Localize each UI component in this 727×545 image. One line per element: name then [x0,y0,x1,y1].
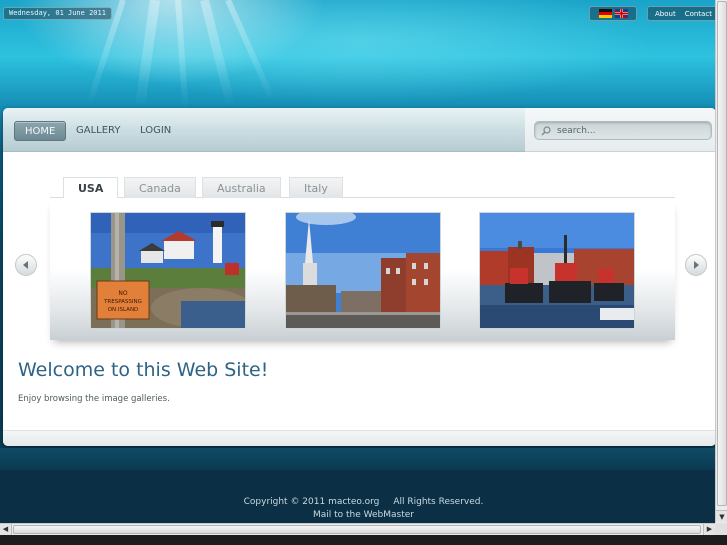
carousel-next-button[interactable] [685,254,707,276]
copyright-line: Copyright © 2011 macteo.org All Rights Re… [0,497,727,507]
light-ray [134,0,160,110]
language-switcher [589,6,637,21]
image-carousel: NO TRESPASSING ON ISLAND [50,198,675,340]
vertical-scroll-thumb[interactable] [717,1,727,506]
vertical-scrollbar[interactable]: ▼ [715,0,727,523]
lighthouse-image: NO TRESPASSING ON ISLAND [91,213,245,328]
nav-login[interactable]: LOGIN [130,121,181,141]
light-ray [175,0,189,110]
about-link[interactable]: About [655,10,676,18]
light-ray [225,0,276,102]
carousel-prev-button[interactable] [15,254,37,276]
contact-link[interactable]: Contact [685,10,712,18]
status-strip [0,535,727,545]
tugboats-image [480,213,634,328]
gallery-thumbnail-church-street[interactable] [285,212,441,329]
mail-webmaster-link[interactable]: Mail to the WebMaster [0,510,727,520]
tab-australia[interactable]: Australia [202,177,281,198]
tab-usa[interactable]: USA [63,177,119,199]
horizontal-scrollbar[interactable]: ◀ ▶ [0,523,715,535]
nav-gallery[interactable]: GALLERY [66,121,130,141]
search-box [534,121,712,140]
search-input[interactable] [557,123,707,138]
copyright-text: Copyright © 2011 macteo.org [243,497,380,507]
gallery-thumbnail-lighthouse[interactable]: NO TRESPASSING ON ISLAND [90,212,246,329]
scroll-right-arrow-icon[interactable]: ▶ [703,524,715,535]
footer-top-band [0,448,727,470]
svg-text:TRESPASSING: TRESPASSING [103,299,142,305]
tab-italy[interactable]: Italy [289,177,343,198]
english-flag-icon[interactable] [614,9,628,18]
main-navigation: HOME GALLERY LOGIN [3,108,525,152]
gallery-thumbnail-tugboats[interactable] [479,212,635,329]
page-heading: Welcome to this Web Site! [18,359,269,381]
scrollbar-corner [715,523,727,535]
panel-footer-strip [3,430,716,446]
search-area [525,108,716,152]
horizontal-scroll-thumb[interactable] [13,525,701,534]
scroll-down-arrow-icon[interactable]: ▼ [716,510,727,522]
scroll-left-arrow-icon[interactable]: ◀ [0,524,12,535]
nav-home[interactable]: HOME [14,121,67,141]
arrow-right-icon [694,261,699,269]
rights-text: All Rights Reserved. [393,497,484,507]
tab-canada[interactable]: Canada [124,177,196,198]
light-ray [200,0,236,108]
arrow-left-icon [23,261,28,269]
german-flag-icon[interactable] [598,9,612,18]
svg-text:ON ISLAND: ON ISLAND [108,307,139,313]
sign-text: NO [118,290,127,297]
date-display: Wednesday, 01 June 2011 [3,7,112,20]
main-panel: HOME GALLERY LOGIN USA Canada Australia … [3,108,716,446]
intro-text: Enjoy browsing the image galleries. [18,394,170,404]
search-icon [541,126,551,136]
church-street-image [286,213,440,328]
